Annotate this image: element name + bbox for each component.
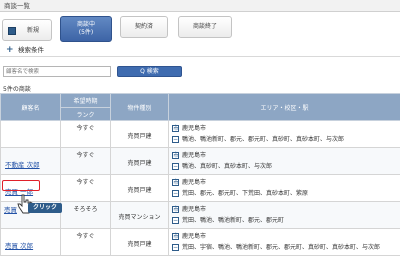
tab-closed[interactable]: 商談終了 (178, 16, 232, 38)
customer-link[interactable]: 売買 次郎 (5, 240, 33, 250)
area-districts: 荒田、鴨池、鴨池新町、郡元、郡元町 (182, 217, 285, 224)
timing-cell: そろそろ (60, 201, 111, 229)
area-districts: 荒田、宇宿、鴨池、鴨池新町、郡元、郡元町、真砂町、真砂本町、与次郎 (182, 244, 381, 251)
header-area[interactable]: エリア・校区・駅 (168, 93, 400, 121)
result-count: 5件の商談 (3, 86, 31, 93)
city-icon: 市 (172, 152, 180, 159)
header-rank[interactable]: ランク (60, 107, 111, 121)
district-icon: − (172, 217, 179, 224)
district-icon: − (172, 244, 179, 251)
table-row: 売買 次郎 今すぐ 売買戸建 市鹿児島市 − 荒田、宇宿、鴨池、鴨池新町、郡元、郡… (0, 228, 400, 256)
area-city: 鹿児島市 (182, 179, 207, 186)
click-target-highlight (2, 180, 40, 191)
tab-in-negotiation-count: (5件) (78, 29, 94, 36)
search-conditions-label: 検索条件 (18, 46, 44, 54)
customer-cell (0, 120, 61, 148)
type-cell: 売買戸建 (110, 228, 169, 256)
search-button[interactable]: Q 検索 (117, 66, 182, 77)
type-value: 売買戸建 (127, 160, 152, 167)
type-cell: 売買戸建 (110, 174, 169, 202)
area-city: 鹿児島市 (182, 125, 207, 132)
table-row: 売買 一郎 今すぐ 売買戸建 市鹿児島市 − 荒田、郡元、郡元町、下荒田、真砂本町… (0, 174, 400, 202)
area-cell: 市鹿児島市 − 荒田、宇宿、鴨池、鴨池新町、郡元、郡元町、真砂町、真砂本町、与次郎 (168, 228, 400, 256)
timing-cell: 今すぐ (60, 147, 111, 175)
area-cell: 市鹿児島市 − 鴨池、真砂町、真砂本町、与次郎 (168, 147, 400, 175)
window-title: 商談一覧 (0, 0, 400, 12)
area-districts: 鴨池、鴨池新町、郡元、郡元町、真砂町、真砂本町、与次郎 (182, 136, 345, 143)
table-row: 今すぐ 売買戸建 市鹿児島市 − 鴨池、鴨池新町、郡元、郡元町、真砂町、真砂本町、… (0, 120, 400, 148)
type-value: 売買戸建 (127, 241, 152, 248)
area-districts: 鴨池、真砂町、真砂本町、与次郎 (182, 163, 273, 170)
timing-cell: 今すぐ (60, 228, 111, 256)
type-value: 売買戸建 (127, 187, 152, 194)
district-icon: − (172, 136, 179, 143)
district-icon: − (172, 163, 179, 170)
status-tabs: 新規 商談中 (5件) 契約済 商談終了 (0, 14, 400, 42)
table-row: 不動産 次郎 今すぐ 売買戸建 市鹿児島市 − 鴨池、真砂町、真砂本町、与次郎 (0, 147, 400, 175)
negotiation-table: 顧客名 希望時期 物件種別 エリア・校区・駅 ランク 今すぐ 売買戸建 市鹿児島… (0, 93, 400, 256)
header-customer[interactable]: 顧客名 (0, 93, 61, 121)
ghost-customer-link: 売買 (4, 206, 17, 214)
type-value: 売買マンション (118, 214, 161, 221)
tab-contracted-label: 契約済 (134, 23, 153, 30)
plus-icon: + (6, 45, 14, 55)
tab-in-negotiation[interactable]: 商談中 (5件) (60, 16, 112, 42)
area-city: 鹿児島市 (182, 206, 207, 213)
search-conditions-toggle[interactable]: + 検索条件 (0, 44, 400, 57)
city-icon: 市 (172, 206, 180, 213)
area-city: 鹿児島市 (182, 152, 207, 159)
city-icon: 市 (172, 233, 180, 240)
type-cell: 売買戸建 (110, 147, 169, 175)
tab-contracted[interactable]: 契約済 (120, 16, 168, 38)
area-districts: 荒田、郡元、郡元町、下荒田、真砂本町、紫原 (182, 190, 309, 197)
district-icon: − (172, 190, 179, 197)
customer-cell: 売買 次郎 (0, 228, 61, 256)
area-city: 鹿児島市 (182, 233, 207, 240)
timing-cell: 今すぐ (60, 120, 111, 148)
timing-cell: 今すぐ (60, 174, 111, 202)
new-button[interactable]: 新規 (2, 19, 52, 41)
type-cell: 売買マンション (110, 201, 169, 229)
header-timing[interactable]: 希望時期 (60, 93, 111, 108)
tab-closed-label: 商談終了 (192, 23, 217, 30)
area-cell: 市鹿児島市 − 鴨池、鴨池新町、郡元、郡元町、真砂町、真砂本町、与次郎 (168, 120, 400, 148)
city-icon: 市 (172, 179, 180, 186)
click-badge: クリック (28, 203, 62, 213)
new-document-icon (8, 27, 16, 35)
header-type[interactable]: 物件種別 (110, 93, 169, 121)
tab-in-negotiation-label: 商談中 (76, 21, 95, 28)
customer-link[interactable]: 不動産 次郎 (5, 159, 40, 169)
type-value: 売買戸建 (127, 133, 152, 140)
area-cell: 市鹿児島市 − 荒田、郡元、郡元町、下荒田、真砂本町、紫原 (168, 174, 400, 202)
area-cell: 市鹿児島市 − 荒田、鴨池、鴨池新町、郡元、郡元町 (168, 201, 400, 229)
customer-cell: 不動産 次郎 (0, 147, 61, 175)
customer-search-input[interactable] (3, 66, 111, 77)
city-icon: 市 (172, 125, 180, 132)
type-cell: 売買戸建 (110, 120, 169, 148)
